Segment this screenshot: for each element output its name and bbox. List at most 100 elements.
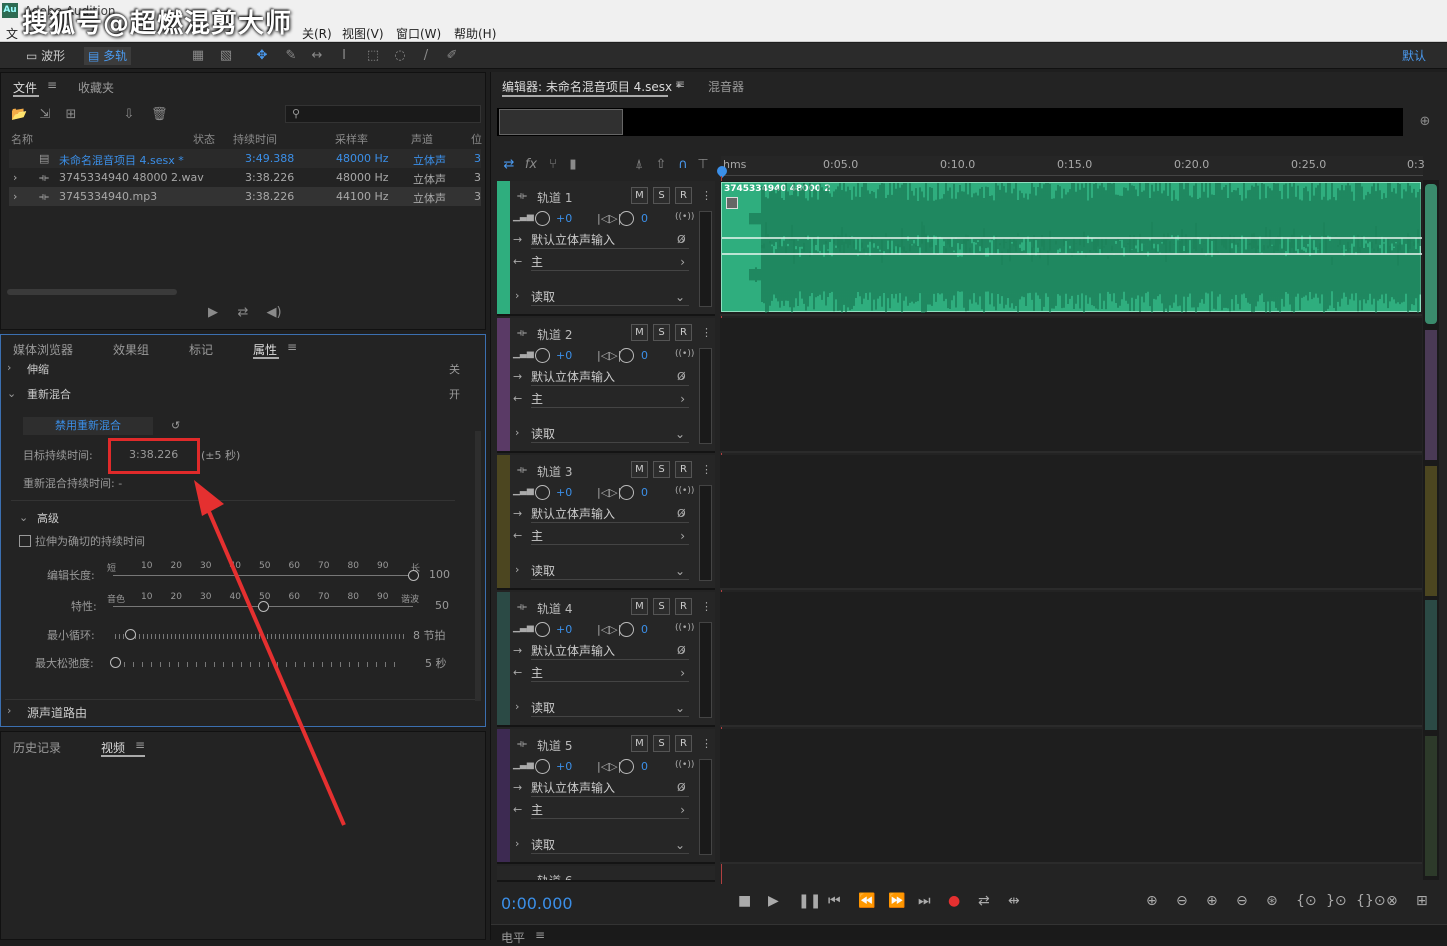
chevron-right-icon[interactable]: › <box>515 700 519 713</box>
pan-knob[interactable] <box>619 759 634 774</box>
track-name[interactable]: 轨道 6 <box>537 872 572 880</box>
record-arm-button[interactable]: R <box>675 324 692 341</box>
edit-length-knob[interactable] <box>408 570 419 581</box>
zoom-navigator[interactable] <box>499 109 623 135</box>
more-icon[interactable]: ⋮ <box>701 737 712 750</box>
chevron-right-icon[interactable]: › <box>515 426 519 439</box>
input-select[interactable]: 默认立体声输入 › <box>531 780 689 797</box>
stereo-icon[interactable]: ((•)) <box>675 760 694 770</box>
record-arm-button[interactable]: R <box>675 187 692 204</box>
zoom-full-icon[interactable]: ⊛ <box>1266 893 1278 909</box>
fx-icon[interactable]: fx <box>523 157 539 173</box>
zoom-out-amplitude-icon[interactable]: ⊖ <box>1176 893 1188 909</box>
healing-icon[interactable]: ✐ <box>444 48 460 64</box>
tab-editor[interactable]: 编辑器: 未命名混音项目 4.sesx * <box>502 78 682 95</box>
chevron-right-icon[interactable]: › <box>515 837 519 850</box>
menu-window[interactable]: 窗口(W) <box>396 25 441 42</box>
volume-knob[interactable] <box>535 759 550 774</box>
output-select[interactable]: 主 › <box>531 254 689 271</box>
tab-files[interactable]: 文件 <box>13 79 37 96</box>
track-name[interactable]: 轨道 1 <box>537 189 572 206</box>
routing-section[interactable]: 源声道路由 <box>27 704 87 721</box>
new-file-icon[interactable]: ⊞ <box>63 107 79 123</box>
multitrack-view-button[interactable]: ▤ 多轨 <box>84 47 132 65</box>
col-bits[interactable]: 位 <box>471 131 482 147</box>
chevron-right-icon[interactable]: › <box>7 704 11 717</box>
automation-select[interactable]: 读取 ⌄ <box>531 426 689 443</box>
chevron-down-icon[interactable]: ⌄ <box>7 387 16 400</box>
stretch-section[interactable]: 伸缩 <box>27 361 49 377</box>
reset-icon[interactable]: ↺ <box>171 419 180 432</box>
time-display[interactable]: 0:00.000 <box>501 894 573 913</box>
tab-video[interactable]: 视频 <box>101 739 125 756</box>
overview-bar[interactable] <box>497 108 1403 136</box>
volume-value[interactable]: +0 <box>556 623 572 636</box>
mute-button[interactable]: M <box>631 324 648 341</box>
track-lane[interactable] <box>720 318 1422 453</box>
snap-icon[interactable]: ∩ <box>675 157 691 173</box>
stop-icon[interactable]: ■ <box>738 893 751 909</box>
move-tool-icon[interactable]: ✥ <box>254 48 270 64</box>
phase-icon[interactable]: Ø <box>677 507 686 520</box>
automation-select[interactable]: 读取 ⌄ <box>531 289 689 306</box>
volume-value[interactable]: +0 <box>556 486 572 499</box>
mute-button[interactable]: M <box>631 461 648 478</box>
sends-icon[interactable]: ⑂ <box>545 157 561 173</box>
advanced-section[interactable]: 高级 <box>37 510 59 526</box>
fast-forward-icon[interactable]: ⏩ <box>888 893 905 909</box>
volume-value[interactable]: +0 <box>556 349 572 362</box>
pan-value[interactable]: 0 <box>641 349 648 362</box>
pan-value[interactable]: 0 <box>641 760 648 773</box>
play-icon[interactable]: ▶ <box>768 893 779 909</box>
workspace-default[interactable]: 默认 <box>1398 47 1430 65</box>
tab-media-browser[interactable]: 媒体浏览器 <box>13 341 73 358</box>
zoom-selection-icon[interactable]: {⊙ <box>1296 893 1317 909</box>
mute-button[interactable]: M <box>631 598 648 615</box>
chevron-right-icon[interactable]: › <box>7 361 11 374</box>
loop-icon[interactable]: ⇄ <box>978 893 990 909</box>
stretch-state[interactable]: 关 <box>449 361 460 377</box>
more-icon[interactable]: ⋮ <box>701 600 712 613</box>
solo-button[interactable]: S <box>653 324 670 341</box>
phase-icon[interactable]: Ø <box>677 644 686 657</box>
record-icon[interactable]: ● <box>948 893 960 909</box>
zoom-out-time-icon[interactable]: ⊖ <box>1236 893 1248 909</box>
slip-tool-icon[interactable]: ↔ <box>309 48 325 64</box>
waveform-view-button[interactable]: ▭ 波形 <box>22 47 69 65</box>
solo-button[interactable]: S <box>653 598 670 615</box>
skip-selection-icon[interactable]: ⇹ <box>1008 893 1020 909</box>
table-row[interactable]: › ⟛ 3745334940 48000 2.wav 3:38.226 4800… <box>9 168 481 187</box>
volume-knob[interactable] <box>535 348 550 363</box>
tab-mixer[interactable]: 混音器 <box>708 78 744 95</box>
skip-start-icon[interactable]: ⏮ <box>828 893 841 909</box>
autoplay-icon[interactable]: ◀) <box>263 305 285 321</box>
rewind-icon[interactable]: ⏪ <box>858 893 875 909</box>
zoom-tracks-icon[interactable]: ⊗ <box>1386 893 1398 909</box>
track-lane[interactable] <box>720 729 1422 864</box>
automation-select[interactable]: 读取 ⌄ <box>531 837 689 854</box>
pan-value[interactable]: 0 <box>641 623 648 636</box>
search-input[interactable]: ⚲ <box>285 105 481 123</box>
properties-menu-icon[interactable]: ≡ <box>287 340 297 354</box>
lasso-icon[interactable]: ◌ <box>392 48 408 64</box>
tab-history[interactable]: 历史记录 <box>13 739 61 756</box>
volume-knob[interactable] <box>535 211 550 226</box>
output-select[interactable]: 主 › <box>531 391 689 408</box>
record-arm-button[interactable]: R <box>675 598 692 615</box>
stretch-exact-checkbox[interactable] <box>19 535 31 547</box>
insert-icon[interactable]: ⇩ <box>121 107 137 123</box>
track-name[interactable]: 轨道 2 <box>537 326 572 343</box>
pan-knob[interactable] <box>619 485 634 500</box>
record-arm-button[interactable]: R <box>675 735 692 752</box>
phase-icon[interactable]: Ø <box>677 370 686 383</box>
stereo-icon[interactable]: ((•)) <box>675 623 694 633</box>
track-lane[interactable] <box>720 592 1422 727</box>
max-loose-knob[interactable] <box>110 657 121 668</box>
time-selection-icon[interactable]: I <box>336 48 352 64</box>
eq-icon[interactable]: ▮ <box>565 157 581 173</box>
stereo-icon[interactable]: ((•)) <box>675 486 694 496</box>
col-rate[interactable]: 采样率 <box>335 131 368 147</box>
phase-icon[interactable]: Ø <box>677 781 686 794</box>
pause-icon[interactable]: ❚❚ <box>798 893 821 909</box>
more-icon[interactable]: ⋮ <box>701 463 712 476</box>
